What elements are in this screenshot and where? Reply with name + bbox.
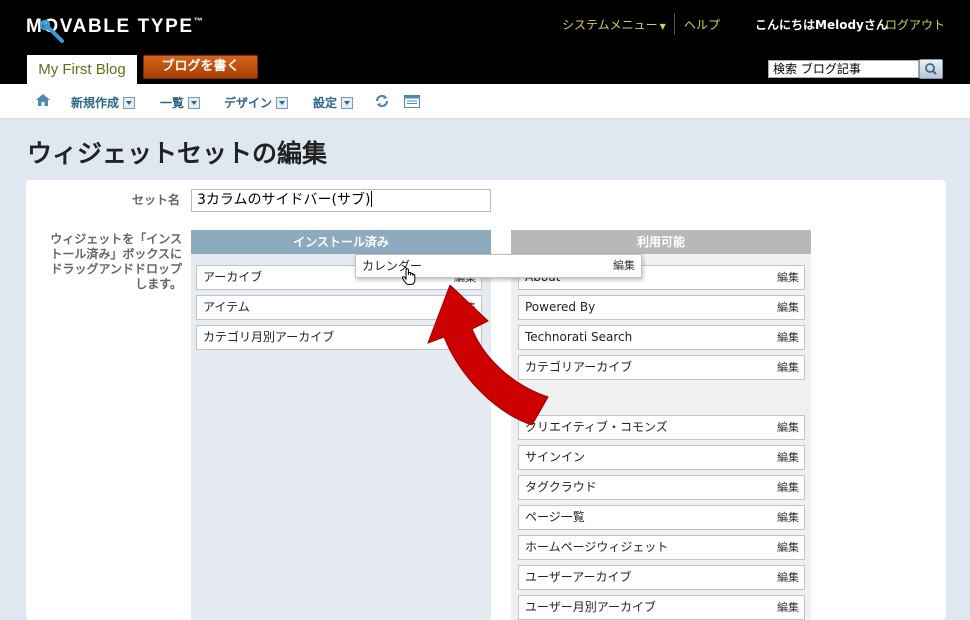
hand-cursor-icon xyxy=(401,268,416,285)
help-link[interactable]: ヘルプ xyxy=(684,16,720,33)
search-button[interactable] xyxy=(919,59,943,79)
chevron-down-icon[interactable] xyxy=(276,97,289,109)
nav-bar xyxy=(0,84,970,119)
nav-item-new[interactable]: 新規作成 xyxy=(71,94,136,111)
nav-item-design[interactable]: デザイン xyxy=(224,94,289,111)
write-entry-button[interactable]: ブログを書く xyxy=(143,55,258,79)
nav-item-list[interactable]: 一覧 xyxy=(160,94,201,111)
widget-item[interactable]: ユーザー月別アーカイブ 編集 xyxy=(518,595,805,620)
logo-trademark: ™ xyxy=(193,16,203,26)
user-greeting: こんにちはMelodyさん xyxy=(755,18,888,32)
refresh-icon[interactable] xyxy=(374,93,390,109)
edit-link[interactable]: 編集 xyxy=(777,596,799,619)
edit-link[interactable]: 編集 xyxy=(613,255,635,277)
drag-direction-arrow-icon xyxy=(427,285,549,425)
edit-link[interactable]: 編集 xyxy=(777,266,799,289)
divider xyxy=(674,13,675,35)
widget-item[interactable]: カテゴリアーカイブ 編集 xyxy=(518,355,805,380)
edit-link[interactable]: 編集 xyxy=(777,416,799,439)
edit-link[interactable]: 編集 xyxy=(777,536,799,559)
nav-label: 設定 xyxy=(313,96,338,110)
edit-link[interactable]: 編集 xyxy=(777,506,799,529)
system-menu[interactable]: システムメニュー ▼ xyxy=(562,16,666,33)
widget-label: サインイン xyxy=(525,450,586,464)
home-icon[interactable] xyxy=(35,93,51,107)
nav-item-settings[interactable]: 設定 xyxy=(313,94,354,111)
set-name-input[interactable]: 3カラムのサイドバー(サブ) xyxy=(191,189,491,212)
edit-link[interactable]: 編集 xyxy=(777,356,799,379)
widget-label: カテゴリ月別アーカイブ xyxy=(203,330,335,344)
edit-link[interactable]: 編集 xyxy=(777,566,799,589)
blog-tab[interactable]: My First Blog xyxy=(27,55,137,84)
drag-help-text: ウィジェットを「インストール済み」ボックスにドラッグアンドドロップします。 xyxy=(50,232,182,291)
widget-label: ユーザー月別アーカイブ xyxy=(525,600,657,614)
widget-item[interactable]: ページ一覧 編集 xyxy=(518,505,805,530)
widget-item[interactable]: クリエイティブ・コモンズ 編集 xyxy=(518,415,805,440)
search-icon xyxy=(925,63,937,75)
edit-link[interactable]: 編集 xyxy=(777,476,799,499)
system-menu-label: システムメニュー xyxy=(562,18,658,32)
widget-item[interactable]: タグクラウド 編集 xyxy=(518,475,805,500)
widget-label: ページ一覧 xyxy=(525,510,585,524)
available-header: 利用可能 xyxy=(511,230,811,254)
chevron-down-icon[interactable] xyxy=(341,97,354,109)
widget-label: アーカイブ xyxy=(203,270,263,284)
edit-link[interactable]: 編集 xyxy=(777,446,799,469)
search-input[interactable]: 検索 ブログ記事 xyxy=(768,60,919,78)
widget-item[interactable]: ユーザーアーカイブ 編集 xyxy=(518,565,805,590)
view-site-icon[interactable] xyxy=(404,95,420,108)
widget-label: アイテム xyxy=(203,300,250,314)
widget-label: ホームページウィジェット xyxy=(525,540,669,554)
widget-item[interactable]: Technorati Search 編集 xyxy=(518,325,805,350)
chevron-down-icon[interactable] xyxy=(123,97,136,109)
nav-label: デザイン xyxy=(224,96,273,110)
edit-link[interactable]: 編集 xyxy=(777,326,799,349)
set-name-label: セット名 xyxy=(131,193,180,207)
widget-item[interactable]: サインイン 編集 xyxy=(518,445,805,470)
page-title: ウィジェットセットの編集 xyxy=(27,139,328,168)
nav-label: 新規作成 xyxy=(71,96,120,110)
edit-link[interactable]: 編集 xyxy=(777,296,799,319)
chevron-down-icon[interactable] xyxy=(188,97,201,109)
logout-link[interactable]: ログアウト xyxy=(885,16,945,33)
widget-item[interactable]: ホームページウィジェット 編集 xyxy=(518,535,805,560)
chevron-down-icon: ▼ xyxy=(659,22,666,31)
widget-label: タグクラウド xyxy=(525,480,597,494)
text-caret xyxy=(371,191,373,207)
widget-item[interactable]: Powered By 編集 xyxy=(518,295,805,320)
widget-label: ユーザーアーカイブ xyxy=(525,570,632,584)
set-name-value: 3カラムのサイドバー(サブ) xyxy=(197,192,371,208)
top-bar: MOVABLE TYPE™ システムメニュー ▼ ヘルプ こんにちはMelodyさ… xyxy=(0,0,970,84)
nav-label: 一覧 xyxy=(160,96,185,110)
wrench-icon xyxy=(40,20,64,43)
dragging-widget[interactable]: カレンダー 編集 xyxy=(355,254,642,278)
installed-header: インストール済み xyxy=(191,230,491,254)
